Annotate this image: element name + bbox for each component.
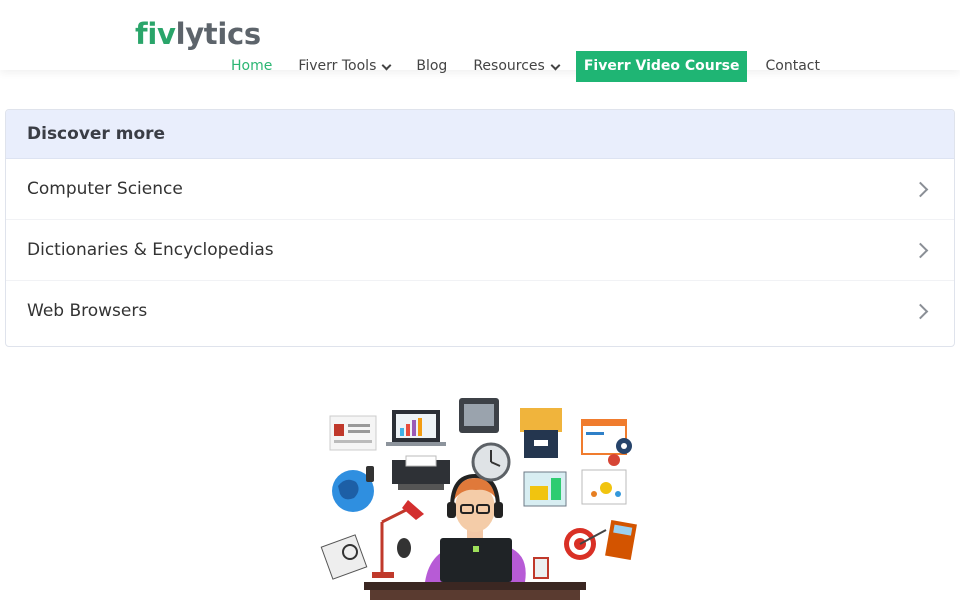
nav-resources-label: Resources bbox=[473, 58, 545, 74]
freelancer-illustration bbox=[320, 398, 637, 600]
document-icon bbox=[329, 415, 377, 451]
dashboard-icon bbox=[523, 471, 567, 507]
nav-contact-label: Contact bbox=[765, 58, 820, 74]
nav-contact[interactable]: Contact bbox=[756, 51, 828, 82]
discover-item-web-browsers[interactable]: Web Browsers bbox=[6, 281, 954, 341]
discover-item-computer-science[interactable]: Computer Science bbox=[6, 159, 954, 220]
desk-lamp-icon bbox=[372, 500, 424, 578]
nav-blog-label: Blog bbox=[416, 58, 448, 74]
nav-blog[interactable]: Blog bbox=[407, 51, 456, 82]
calculator-icon bbox=[605, 520, 637, 560]
briefcase-icon bbox=[520, 408, 562, 458]
nav-video-course-label: Fiverr Video Course bbox=[583, 58, 740, 74]
site-logo[interactable]: fivlytics bbox=[135, 16, 261, 52]
person-at-laptop bbox=[425, 473, 526, 582]
printer-icon bbox=[392, 455, 450, 490]
main-nav: Home Fiverr Tools Blog Resources Fiverr … bbox=[222, 51, 837, 82]
presentation-icon bbox=[581, 469, 627, 505]
nav-video-course-button[interactable]: Fiverr Video Course bbox=[575, 51, 748, 82]
logo-text-green: fiv bbox=[135, 17, 176, 51]
chevron-right-icon bbox=[912, 181, 929, 197]
clock-icon bbox=[471, 442, 511, 482]
chevron-right-icon bbox=[912, 303, 929, 319]
target-icon bbox=[564, 528, 607, 560]
mouse-icon bbox=[397, 538, 411, 558]
logo-text-gray: lytics bbox=[175, 17, 262, 51]
nav-resources[interactable]: Resources bbox=[464, 51, 568, 82]
discover-item-label: Computer Science bbox=[27, 179, 183, 199]
monitor-icon bbox=[386, 410, 446, 446]
chevron-down-icon bbox=[550, 60, 561, 70]
nav-fiverr-tools-label: Fiverr Tools bbox=[298, 58, 377, 74]
discover-more-title: Discover more bbox=[6, 110, 954, 159]
coffee-cup-icon bbox=[533, 557, 549, 579]
chevron-down-icon bbox=[381, 60, 392, 70]
globe-icon bbox=[332, 466, 374, 512]
discover-more-panel: Discover more Computer Science Dictionar… bbox=[5, 109, 955, 347]
nav-fiverr-tools[interactable]: Fiverr Tools bbox=[289, 51, 399, 82]
discover-item-dictionaries[interactable]: Dictionaries & Encyclopedias bbox=[6, 220, 954, 281]
discover-item-label: Dictionaries & Encyclopedias bbox=[27, 240, 274, 260]
chevron-right-icon bbox=[912, 242, 929, 258]
desk-icon bbox=[364, 582, 586, 590]
nav-home-label: Home bbox=[231, 58, 273, 74]
discover-item-label: Web Browsers bbox=[27, 301, 148, 321]
notebook-icon bbox=[320, 534, 368, 580]
gear-icon bbox=[581, 419, 632, 466]
nav-home[interactable]: Home bbox=[222, 51, 281, 82]
